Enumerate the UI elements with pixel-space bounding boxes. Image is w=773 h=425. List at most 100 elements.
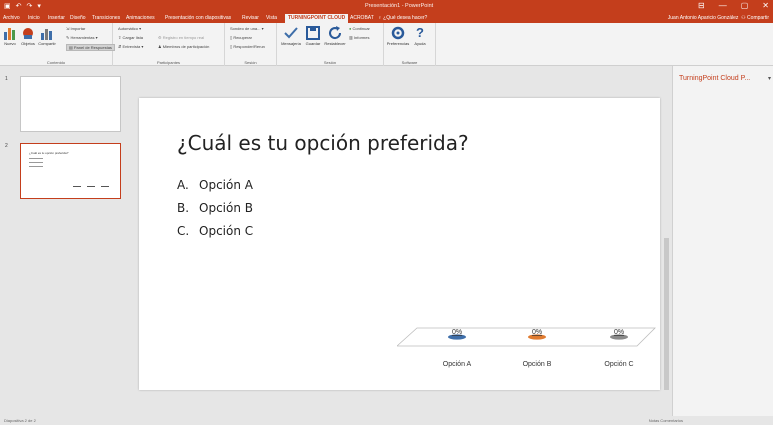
panel-respuestas-label: Panel de Respuestas [73,45,112,50]
user-account[interactable]: Juan Antonio Aparicio González ⚇ Compart… [668,15,769,21]
chart-data-label: 0% [452,329,462,336]
objetos-label: Objetos [21,41,35,46]
sondeo-label: Sondeo de una... [230,26,261,31]
option-text: Opción B [199,201,253,215]
responder-button[interactable]: ▯ Responder/Rerun [230,44,265,49]
compartir-button[interactable]: Compartir [38,26,56,46]
ribbon-group-label: Sesión [323,60,337,65]
sondeo-dropdown[interactable]: Sondeo de una... ▾ [230,26,264,31]
tab-transiciones[interactable]: Transiciones [92,15,120,21]
ribbon-tabs: Archivo Inicio Insertar Diseño Transicio… [0,13,773,23]
slide-title[interactable]: ¿Cuál es tu opción preferida? [177,131,469,155]
panel-respuestas-button[interactable]: ▤ Panel de Respuestas [66,44,115,51]
mensajeria-label: Mensajería [281,41,301,46]
floppy-save-icon [306,26,320,40]
ayuda-button[interactable]: ? Ayuda [412,26,428,47]
tab-animaciones[interactable]: Animaciones [126,15,155,21]
tab-presentacion[interactable]: Presentación con diapositivas [165,15,231,21]
save-icon[interactable]: ▣ [4,2,11,10]
participant-list-dropdown[interactable]: Automático ▾ [118,26,141,31]
herramientas-button[interactable]: ✎ Herramientas ▾ [66,35,98,40]
task-pane-options-icon[interactable]: ▾ [768,75,771,82]
registro-button[interactable]: ⚙ Registro en tiempo real [158,35,204,40]
ribbon-display-icon[interactable]: ⊟ [698,1,705,10]
informes-button[interactable]: ▥ Informes [349,35,369,40]
option-text: Opción A [199,178,253,192]
restablecer-button[interactable]: Restablecer [324,26,346,46]
slide-canvas[interactable]: ¿Cuál es tu opción preferida? A. Opción A… [139,98,660,390]
objetos-button[interactable]: Objetos [20,26,36,46]
customize-icon[interactable]: ▾ [37,2,41,10]
status-controls[interactable]: Notas Comentarios [649,418,683,423]
miembros-button[interactable]: ♟ Miembros de participación [158,44,209,49]
tab-insertar[interactable]: Insertar [48,15,65,21]
tab-inicio[interactable]: Inicio [28,15,40,21]
responder-label: Responder/Rerun [233,44,265,49]
objects-icon [23,28,33,39]
restablecer-label: Restablecer [324,41,346,46]
entrevista-button[interactable]: ⇵ Entrevista ▾ [118,44,143,49]
cargar-lista-button[interactable]: ⇧ Cargar lista [118,35,143,40]
slide-option-c[interactable]: C. Opción C [177,224,253,238]
title-bar: ▣ ↶ ↷ ▾ Presentación1 - PowerPoint ⊟ — ▢… [0,0,773,13]
tab-revisar[interactable]: Revisar [242,15,259,21]
poll-results-chart[interactable]: 0% Opción A 0% Opción B 0% Opción C [397,320,657,380]
scrollbar-thumb[interactable] [664,238,669,390]
guardar-button[interactable]: Guardar [304,26,322,46]
tab-diseno[interactable]: Diseño [70,15,86,21]
option-letter: A. [177,178,189,192]
cargar-lista-label: Cargar lista [122,35,143,40]
quick-access-toolbar: ▣ ↶ ↷ ▾ [4,2,41,10]
close-icon[interactable]: ✕ [762,1,769,10]
redo-icon[interactable]: ↷ [27,2,33,10]
tab-acrobat[interactable]: ACROBAT [350,15,374,21]
ribbon-group-contenido: Nuevo Objetos Compartir ⇲ Importar ✎ Her… [0,23,115,66]
share-icon: ⚇ [739,15,746,21]
ribbon-group-label: Participantes [156,60,181,65]
option-text: Opción C [199,224,254,238]
mensajeria-button[interactable]: Mensajería [280,26,302,46]
ribbon-group-label: Sesión [244,60,257,65]
tab-turningpoint-cloud[interactable]: TURNINGPOINT CLOUD [285,14,349,23]
share-button: Compartir [747,15,769,21]
importar-button[interactable]: ⇲ Importar [66,26,85,31]
thumbnail-line [29,162,43,163]
status-bar: Diapositiva 2 de 2 Notas Comentarios [0,416,773,425]
chart-data-label: 0% [532,329,542,336]
chart-category-label: Opción B [523,361,552,368]
preferencias-button[interactable]: Preferencias [386,26,410,46]
slide-counter: Diapositiva 2 de 2 [4,418,36,423]
ribbon-group-label: Contenido [46,60,66,65]
slide-thumbnail-1[interactable] [20,76,121,132]
nuevo-button[interactable]: Nuevo [3,26,17,46]
slide-thumbnail-2[interactable]: ¿Cuál es tu opción preferida? [20,143,121,199]
share-chart-icon [41,29,52,40]
option-letter: B. [177,201,190,215]
miembros-label: Miembros de participación [162,44,210,49]
tab-vista[interactable]: Vista [266,15,277,21]
thumbnail-bar [87,186,95,187]
slide-option-b[interactable]: B. Opción B [177,201,253,215]
recuperar-button[interactable]: ▯ Recuperar [230,35,252,40]
minimize-icon[interactable]: — [719,1,727,10]
thumbnail-bar [73,186,81,187]
continuar-button[interactable]: ● Continuar [349,26,370,31]
settings-gear-icon [391,26,405,40]
thumbnail-line [29,166,43,167]
ribbon-group-label: Software [401,60,418,65]
tell-me-search[interactable]: ♀ ¿Qué desea hacer? [378,15,427,21]
vertical-scrollbar[interactable] [663,68,671,416]
chart-category-label: Opción A [443,361,472,368]
refresh-icon [329,26,342,40]
thumbnail-bar [101,186,109,187]
maximize-icon[interactable]: ▢ [741,1,749,10]
ribbon-group-sesion-2: Mensajería Guardar Restablecer ● Continu… [277,23,384,66]
undo-icon[interactable]: ↶ [16,2,22,10]
slide-option-a[interactable]: A. Opción A [177,178,253,192]
entrevista-label: Entrevista [122,44,141,49]
user-name: Juan Antonio Aparicio González [667,15,739,21]
ribbon-group-sesion-1: Sondeo de una... ▾ ▯ Recuperar ▯ Respond… [225,23,277,66]
tab-archivo[interactable]: Archivo [3,15,20,21]
compartir-label: Compartir [38,41,56,46]
ribbon-group-software: Preferencias ? Ayuda Software [384,23,436,66]
